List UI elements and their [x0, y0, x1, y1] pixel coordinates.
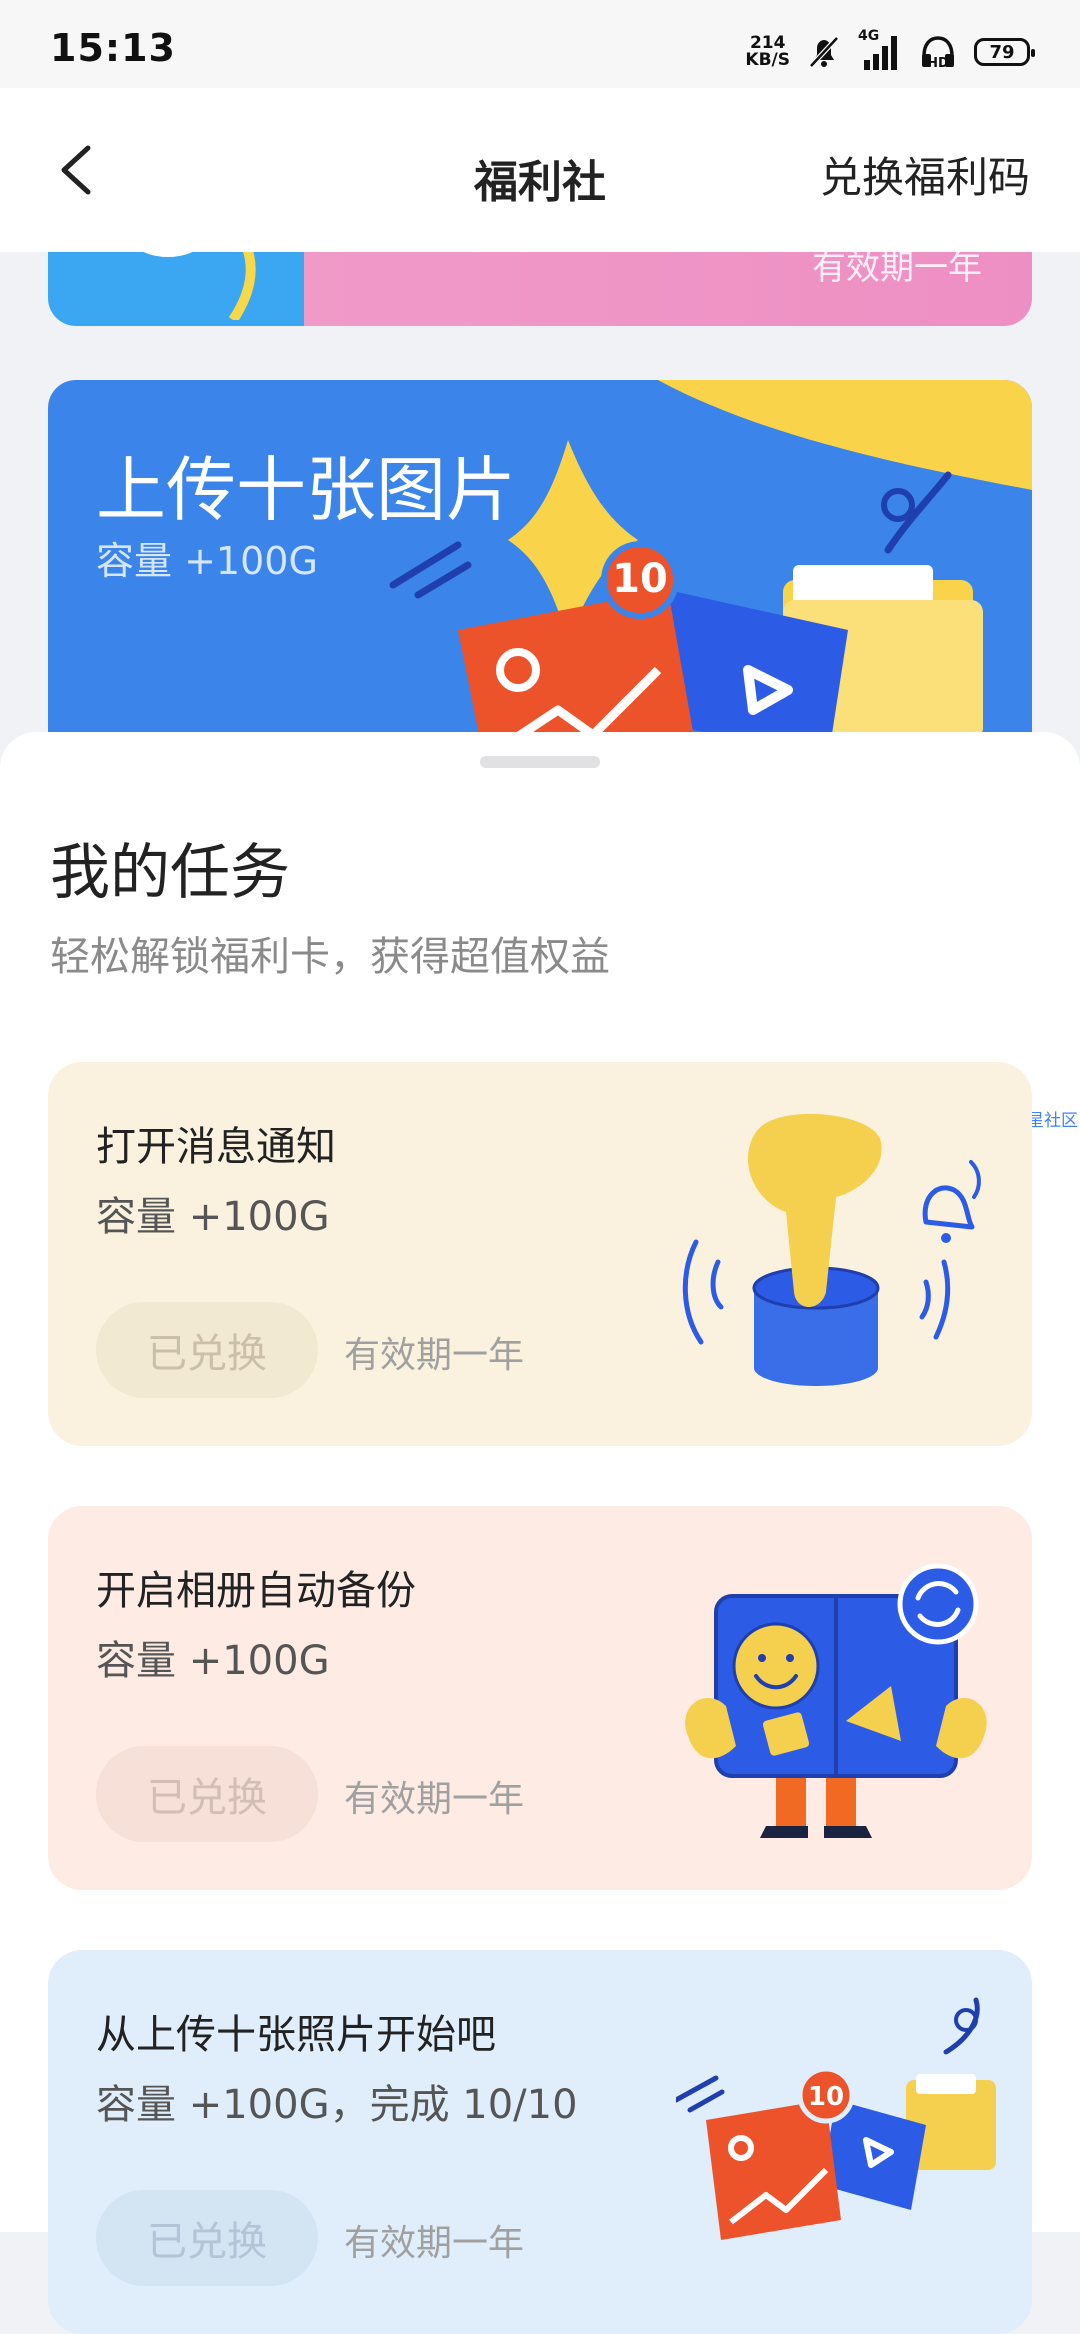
upload-images-banner[interactable]: 10 上传十张图片 容量 +100G	[48, 380, 1032, 740]
task-validity: 有效期一年	[344, 1335, 525, 1376]
upload-photos-icon: 10	[676, 1997, 996, 2240]
task-reward: 容量 +100G	[96, 1194, 330, 1240]
hd-headphones-icon: HD	[922, 36, 954, 70]
tasks-sheet: 我的任务 轻松解锁福利卡，获得超值权益 流星社区 打开消息通知 容量 +100G…	[0, 732, 1080, 2334]
redeemed-button[interactable]: 已兑换	[96, 2190, 318, 2286]
redeem-code-button[interactable]: 兑换福利码	[820, 144, 1030, 205]
battery-level: 79	[989, 41, 1015, 63]
task-name: 开启相册自动备份	[96, 1568, 416, 1614]
status-bar: 15:13 214 KB/S 4G HD 79	[0, 0, 1080, 88]
network-speed: 214 KB/S	[745, 35, 790, 69]
battery-icon: 79	[974, 38, 1035, 66]
task-validity: 有效期一年	[344, 2223, 525, 2264]
network-speed-unit: KB/S	[745, 50, 790, 70]
press-button-icon	[682, 1113, 981, 1386]
cellular-signal-icon: 4G	[858, 28, 902, 72]
tasks-title: 我的任务	[50, 838, 290, 908]
status-time: 15:13	[50, 26, 176, 70]
task-name: 打开消息通知	[96, 1124, 336, 1170]
task-badge-count: 10	[808, 2082, 844, 2112]
tasks-subtitle: 轻松解锁福利卡，获得超值权益	[50, 934, 610, 980]
badge-count-icon: 10	[612, 556, 668, 602]
sheet-drag-handle[interactable]	[480, 756, 600, 768]
album-backup-icon	[685, 1563, 987, 1838]
task-reward: 容量 +100G	[96, 1638, 330, 1684]
banner-title: 上传十张图片	[96, 449, 516, 531]
task-name: 从上传十张照片开始吧	[96, 2012, 496, 2058]
redeemed-button[interactable]: 已兑换	[96, 1302, 318, 1398]
nav-bar: 福利社 兑换福利码	[0, 88, 1080, 252]
task-reward: 容量 +100G，完成 10/10	[96, 2082, 578, 2128]
redeemed-button[interactable]: 已兑换	[96, 1746, 318, 1842]
bell-muted-icon	[809, 36, 839, 68]
task-validity: 有效期一年	[344, 1779, 525, 1820]
task-card-album-backup[interactable]: 开启相册自动备份 容量 +100G 已兑换 有效期一年	[48, 1506, 1032, 1890]
banner-reward: 容量 +100G	[96, 539, 318, 583]
badge-count: 10	[612, 556, 668, 602]
status-icons: 214 KB/S 4G HD 79	[745, 28, 1035, 74]
task-card-notification[interactable]: 打开消息通知 容量 +100G 已兑换 有效期一年	[48, 1062, 1032, 1446]
svg-text:HD: HD	[927, 56, 949, 70]
task-card-upload-photos[interactable]: 从上传十张照片开始吧 容量 +100G，完成 10/10 已兑换 有效期一年 1…	[48, 1950, 1032, 2334]
